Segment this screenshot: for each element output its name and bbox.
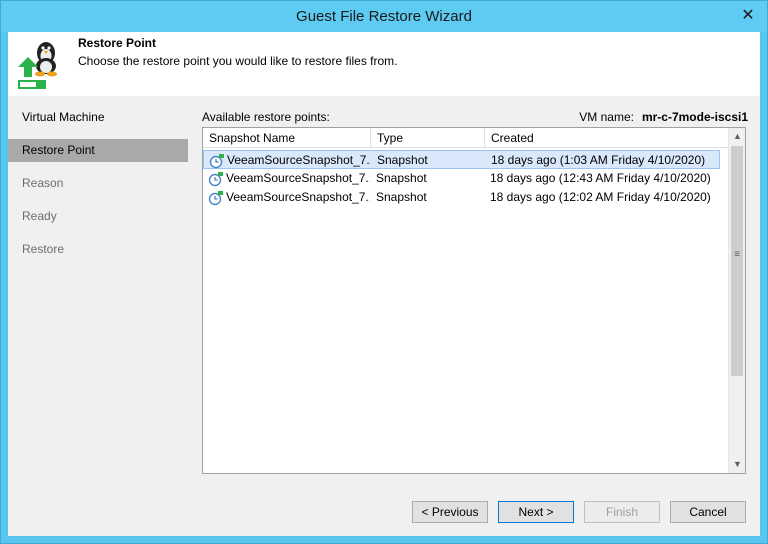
column-header-created[interactable]: Created [485, 128, 730, 148]
table-row[interactable]: VeeamSourceSnapshot_7... Snapshot 18 day… [203, 169, 720, 188]
grip-icon: ≡ [734, 249, 740, 260]
restore-points-table[interactable]: Snapshot Name Type Created VeeamSourceSn… [202, 127, 746, 474]
vm-name-value: mr-c-7mode-iscsi1 [641, 110, 748, 124]
page-title: Restore Point [78, 36, 157, 50]
created-cell: 18 days ago (1:03 AM Friday 4/10/2020) [491, 153, 706, 167]
page-description: Choose the restore point you would like … [78, 54, 398, 68]
wizard-window: Guest File Restore Wizard ✕ Restore Poin… [0, 0, 768, 544]
step-restore-point[interactable]: Restore Point [8, 139, 188, 162]
available-restore-points-label: Available restore points: [202, 110, 330, 124]
type-cell: Snapshot [376, 171, 427, 185]
wizard-footer: < Previous Next > Finish Cancel [8, 491, 760, 536]
vm-name-label: VM name: [579, 110, 634, 124]
wizard-header: Restore Point Choose the restore point y… [8, 32, 760, 95]
scrollbar-thumb[interactable]: ≡ [731, 146, 743, 376]
table-row[interactable]: VeeamSourceSnapshot_7... Snapshot 18 day… [203, 188, 720, 207]
linux-restore-icon [18, 42, 57, 89]
type-cell: Snapshot [376, 190, 427, 204]
snapshot-name-cell: VeeamSourceSnapshot_7... [227, 153, 371, 167]
restore-point-icon [209, 154, 224, 169]
vertical-scrollbar[interactable]: ▲ ≡ ▼ [728, 128, 745, 473]
scroll-up-icon[interactable]: ▲ [729, 128, 746, 145]
title-bar[interactable]: Guest File Restore Wizard ✕ [1, 1, 767, 32]
restore-point-icon [208, 191, 223, 206]
vm-name: VM name: mr-c-7mode-iscsi1 [579, 110, 748, 124]
scroll-down-icon[interactable]: ▼ [729, 456, 746, 473]
wizard-client-area: Restore Point Choose the restore point y… [8, 32, 760, 536]
wizard-steps-sidebar: Virtual Machine Restore Point Reason Rea… [8, 96, 188, 491]
next-button[interactable]: Next > [498, 501, 574, 523]
column-header-snapshot-name[interactable]: Snapshot Name [203, 128, 371, 148]
created-cell: 18 days ago (12:02 AM Friday 4/10/2020) [490, 190, 711, 204]
finish-button: Finish [584, 501, 660, 523]
step-reason: Reason [22, 176, 64, 190]
close-button[interactable]: ✕ [737, 6, 759, 26]
step-restore: Restore [22, 242, 65, 256]
snapshot-name-cell: VeeamSourceSnapshot_7... [226, 190, 370, 204]
type-cell: Snapshot [377, 153, 428, 167]
snapshot-name-cell: VeeamSourceSnapshot_7... [226, 171, 370, 185]
window-title: Guest File Restore Wizard [296, 8, 472, 25]
step-virtual-machine[interactable]: Virtual Machine [8, 106, 188, 129]
cancel-button[interactable]: Cancel [670, 501, 746, 523]
column-header-type[interactable]: Type [371, 128, 485, 148]
table-row[interactable]: VeeamSourceSnapshot_7... Snapshot 18 day… [203, 150, 720, 169]
previous-button[interactable]: < Previous [412, 501, 488, 523]
main-panel: Available restore points: VM name: mr-c-7… [188, 96, 760, 491]
created-cell: 18 days ago (12:43 AM Friday 4/10/2020) [490, 171, 711, 185]
step-ready: Ready [22, 209, 57, 223]
restore-point-icon [208, 172, 223, 187]
